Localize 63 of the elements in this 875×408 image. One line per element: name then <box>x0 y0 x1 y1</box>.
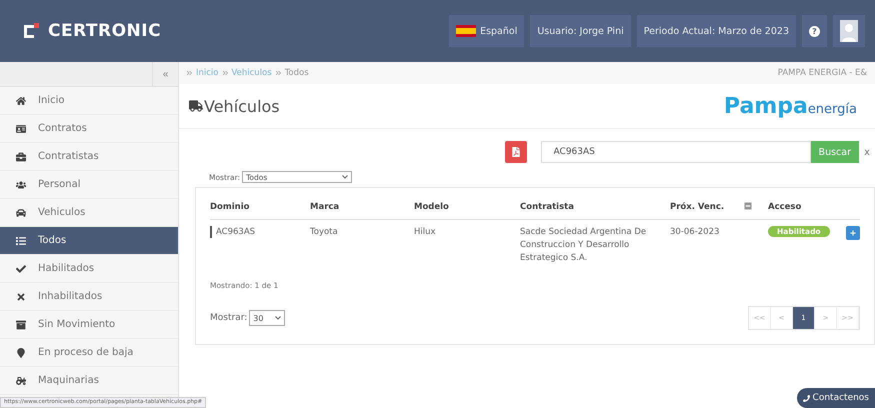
pdf-button[interactable] <box>504 141 527 163</box>
table-cell: AC963AS <box>210 226 310 238</box>
sidebar-item[interactable]: Sin Movimiento <box>0 311 178 339</box>
collapse-column-icon[interactable] <box>744 202 752 210</box>
id-card-icon <box>16 124 26 134</box>
pin-icon <box>16 348 26 358</box>
sidebar-item[interactable]: Todos <box>0 227 178 255</box>
truck-icon <box>189 99 203 113</box>
breadcrumb-text: Todos <box>284 68 309 78</box>
avatar-button[interactable] <box>833 15 865 47</box>
flag-icon <box>456 25 476 37</box>
column-header[interactable]: Dominio <box>210 194 310 220</box>
column-header[interactable]: Próx. Venc. <box>670 194 744 220</box>
period-button[interactable]: Periodo Actual: Marzo de 2023 <box>636 15 796 47</box>
page-title: Vehículos <box>204 96 280 116</box>
pdf-icon <box>510 147 521 157</box>
brand-name: CERTRONIC <box>48 21 162 41</box>
plus-icon <box>850 230 856 236</box>
avatar-icon <box>840 20 858 42</box>
column-header[interactable]: Marca <box>310 194 414 220</box>
briefcase-icon <box>16 152 26 162</box>
clear-button[interactable]: x <box>859 146 875 158</box>
sidebar-item[interactable]: Inicio <box>0 87 178 115</box>
page-size-select[interactable]: 30 <box>249 310 286 326</box>
column-header[interactable]: Contratista <box>520 194 670 220</box>
table-cell-text: Sacde Sociedad Argentina De Construccion Y Desarrollo Estrategico S.A. <box>520 226 648 265</box>
help-button[interactable]: ? <box>802 15 827 47</box>
separator-icon <box>187 71 192 75</box>
sidebar-item[interactable]: Personal <box>0 171 178 199</box>
company-logo: Pampaenergía <box>724 94 857 118</box>
table-cell-text: Hilux <box>414 226 437 239</box>
users-icon <box>16 180 26 190</box>
separator-icon <box>276 71 281 75</box>
add-button[interactable] <box>846 226 860 240</box>
home-icon <box>16 96 26 106</box>
tractor-icon <box>16 376 26 386</box>
sidebar-item[interactable]: En proceso de baja <box>0 339 178 367</box>
separator-icon <box>222 71 228 75</box>
table-cell-text: 30-06-2023 <box>670 226 720 239</box>
car-icon <box>16 208 26 218</box>
search-button[interactable]: Buscar <box>810 141 859 163</box>
cross-icon <box>16 292 26 302</box>
archive-icon <box>16 320 26 330</box>
list-icon <box>16 236 26 246</box>
check-icon <box>16 264 26 274</box>
page-size-label: Mostrar: <box>210 313 248 323</box>
column-header[interactable]: Modelo <box>414 194 520 220</box>
search-field[interactable]: AC963AS <box>540 141 811 163</box>
company-name: PAMPA ENERGIA - E& <box>778 68 867 78</box>
sidebar-item[interactable]: Inhabilitados <box>0 283 178 311</box>
logo-icon <box>22 22 40 40</box>
chevron-down-icon <box>275 316 282 320</box>
language-button[interactable]: Español <box>449 15 524 47</box>
sidebar-item[interactable]: Habilitados <box>0 255 178 283</box>
phone-icon <box>802 394 810 402</box>
table-cell-text: Toyota <box>310 226 339 239</box>
user-button[interactable]: Usuario: Jorge Pini <box>530 15 631 47</box>
contact-button[interactable]: Contactenos <box>796 388 875 408</box>
sidebar-item[interactable]: Contratistas <box>0 143 178 171</box>
sidebar-item[interactable]: Maquinarias <box>0 367 178 395</box>
sidebar-item[interactable]: Contratos <box>0 115 178 143</box>
column-header[interactable]: Acceso <box>768 194 842 220</box>
chevron-down-icon <box>342 175 348 179</box>
